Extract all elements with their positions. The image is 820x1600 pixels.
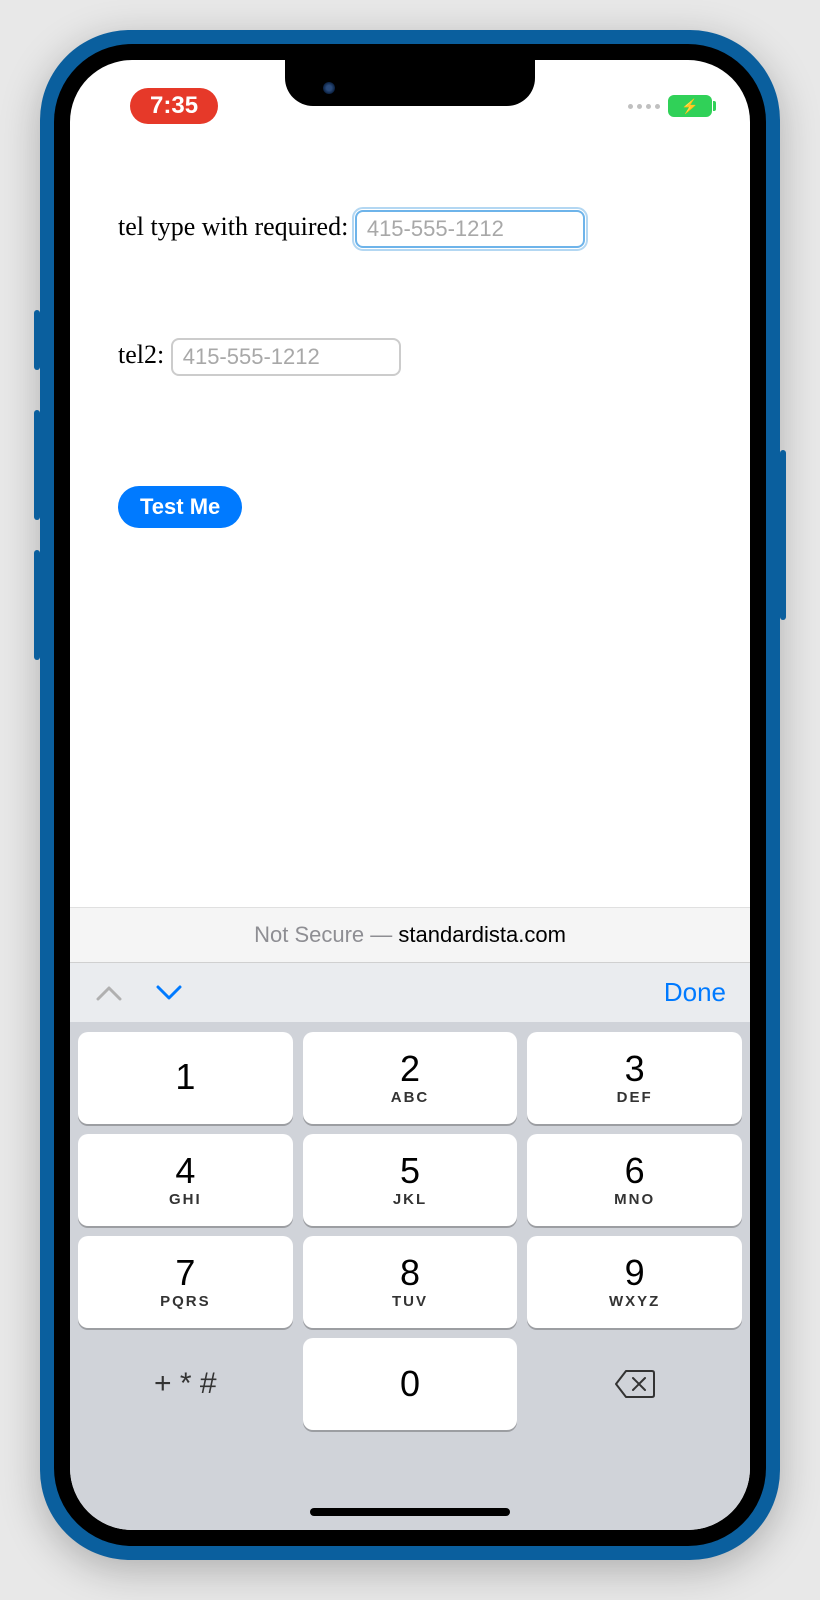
power-button[interactable] [780, 450, 786, 620]
browser-url-bar[interactable]: Not Secure — standardista.com [70, 907, 750, 962]
page-content: tel type with required: tel2: Test Me [70, 130, 750, 907]
key-symbols[interactable]: + * # [78, 1338, 293, 1430]
status-time-recording-pill[interactable]: 7:35 [130, 88, 218, 124]
url-not-secure-label: Not Secure — [254, 922, 398, 947]
chevron-down-icon [156, 985, 182, 1001]
keyboard-done-button[interactable]: Done [664, 977, 726, 1008]
key-backspace[interactable] [527, 1338, 742, 1430]
key-6[interactable]: 6MNO [527, 1134, 742, 1226]
key-1[interactable]: 1 [78, 1032, 293, 1124]
signal-dots-icon [628, 104, 660, 109]
key-2[interactable]: 2ABC [303, 1032, 518, 1124]
notch [285, 60, 535, 106]
key-8[interactable]: 8TUV [303, 1236, 518, 1328]
key-9[interactable]: 9WXYZ [527, 1236, 742, 1328]
volume-down-button[interactable] [34, 550, 40, 660]
tel2-label: tel2: [118, 340, 171, 369]
battery-charging-icon: ⚡ [668, 95, 712, 117]
home-indicator[interactable] [310, 1508, 510, 1516]
tel1-label: tel type with required: [118, 212, 355, 241]
next-field-button[interactable] [154, 978, 184, 1008]
phone-frame: 7:35 ⚡ tel type with required: tel2: Tes… [40, 30, 780, 1560]
mute-switch[interactable] [34, 310, 40, 370]
chevron-up-icon [96, 985, 122, 1001]
key-5[interactable]: 5JKL [303, 1134, 518, 1226]
key-3[interactable]: 3DEF [527, 1032, 742, 1124]
prev-field-button [94, 978, 124, 1008]
volume-up-button[interactable] [34, 410, 40, 520]
key-4[interactable]: 4GHI [78, 1134, 293, 1226]
tel2-input[interactable] [171, 338, 401, 376]
keyboard-toolbar: Done [70, 962, 750, 1022]
tel1-input[interactable] [355, 210, 585, 248]
key-7[interactable]: 7PQRS [78, 1236, 293, 1328]
numeric-keyboard: 1 2ABC 3DEF 4GHI 5JKL 6MNO 7PQRS 8TUV 9W… [70, 1022, 750, 1530]
backspace-icon [614, 1369, 656, 1399]
test-me-button[interactable]: Test Me [118, 486, 242, 528]
key-0[interactable]: 0 [303, 1338, 518, 1430]
url-domain: standardista.com [398, 922, 566, 947]
